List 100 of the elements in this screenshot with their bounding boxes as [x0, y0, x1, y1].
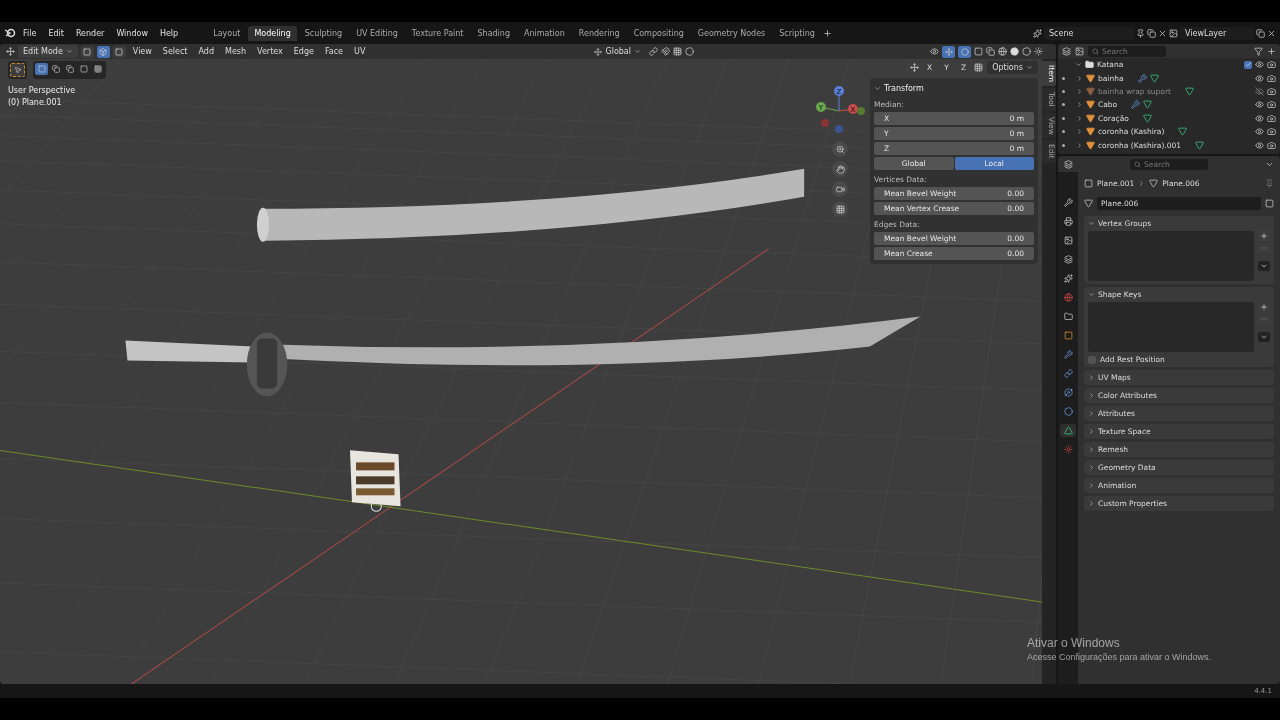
- workspace-tab[interactable]: Texture Paint: [405, 25, 470, 41]
- eye-icon[interactable]: [1255, 127, 1264, 137]
- workspace-tab[interactable]: Rendering: [572, 25, 626, 41]
- menu-button[interactable]: [1258, 261, 1270, 271]
- fake-user-icon[interactable]: [1265, 199, 1274, 208]
- eye-icon[interactable]: [1255, 113, 1264, 123]
- menu-button[interactable]: [1258, 332, 1270, 342]
- mode-dropdown[interactable]: Edit Mode: [18, 45, 78, 58]
- menu-item[interactable]: Window: [111, 26, 153, 40]
- vertex-select-button[interactable]: [80, 45, 94, 58]
- view-layer-field[interactable]: ViewLayer: [1180, 26, 1254, 40]
- visibility-icon[interactable]: [930, 47, 939, 56]
- intersect-select-button[interactable]: [91, 63, 104, 75]
- duplicate-icon[interactable]: [1256, 28, 1265, 38]
- eye-icon[interactable]: [1255, 73, 1264, 83]
- select-tool-button[interactable]: [10, 63, 25, 77]
- face-select-button[interactable]: [112, 45, 126, 58]
- orientation-dropdown[interactable]: Global: [589, 45, 646, 58]
- scene-field[interactable]: Scene: [1044, 26, 1134, 40]
- checkbox[interactable]: [1088, 355, 1096, 364]
- camera-view-button[interactable]: [832, 181, 848, 197]
- workspace-tab[interactable]: Animation: [518, 25, 571, 41]
- chevron-icon: [1088, 291, 1095, 298]
- workspace-tab[interactable]: Shading: [471, 25, 516, 41]
- invert-select-button[interactable]: [77, 63, 90, 75]
- subtract-select-button[interactable]: [63, 63, 76, 75]
- snap-icon[interactable]: [661, 47, 670, 56]
- gizmo-toggle[interactable]: [942, 45, 955, 58]
- wireframe-shading-icon[interactable]: [998, 47, 1007, 56]
- eye-icon[interactable]: [1255, 140, 1264, 150]
- pivot-icon[interactable]: [649, 47, 658, 56]
- scene-icon[interactable]: [1033, 28, 1042, 38]
- render-shading-icon[interactable]: [1034, 47, 1043, 56]
- duplicate-icon[interactable]: [1147, 28, 1156, 38]
- workspace-tab[interactable]: Geometry Nodes: [691, 25, 772, 41]
- solid-shading-icon[interactable]: [1010, 47, 1019, 56]
- grid-view-button[interactable]: [832, 201, 848, 217]
- camera-icon[interactable]: [1267, 86, 1276, 96]
- workspace-tab[interactable]: Compositing: [627, 25, 690, 41]
- menu-item[interactable]: Render: [70, 26, 110, 40]
- plus-icon: [1260, 303, 1268, 311]
- filter-icon[interactable]: [1254, 46, 1263, 56]
- mirror-icon[interactable]: [910, 63, 920, 72]
- extend-select-button[interactable]: [49, 63, 62, 75]
- camera-icon[interactable]: [1267, 73, 1276, 83]
- mesh-data-icon: [1149, 179, 1159, 188]
- camera-icon[interactable]: [1267, 127, 1276, 137]
- workspace-tab[interactable]: Modeling: [248, 25, 297, 41]
- chevron-icon[interactable]: [1075, 61, 1082, 69]
- snap-grid-icon[interactable]: [673, 47, 682, 56]
- pin-icon[interactable]: [1136, 28, 1145, 38]
- view-layer-icon[interactable]: [1169, 28, 1178, 38]
- panel-header[interactable]: Transform: [874, 82, 1034, 95]
- camera-icon[interactable]: [1267, 100, 1276, 110]
- proportional-icon[interactable]: [685, 47, 694, 56]
- menu-item[interactable]: Vertex: [253, 46, 287, 57]
- menu-item[interactable]: View: [128, 46, 156, 57]
- workspace-tab[interactable]: Sculpting: [298, 25, 349, 41]
- camera-icon[interactable]: [1267, 140, 1276, 150]
- editor-type-icon[interactable]: [1064, 159, 1073, 169]
- collection-checkbox[interactable]: [1244, 60, 1252, 69]
- material-shading-icon[interactable]: [1022, 47, 1031, 56]
- close-icon[interactable]: [1158, 28, 1167, 38]
- add-workspace-icon[interactable]: [822, 28, 832, 38]
- editor-type-icon[interactable]: [6, 47, 15, 56]
- menu-item[interactable]: Add: [194, 46, 218, 57]
- eye-icon[interactable]: [1255, 100, 1264, 110]
- display-mode-icon[interactable]: [1062, 46, 1071, 56]
- menu-item[interactable]: Select: [158, 46, 192, 57]
- menu-item[interactable]: File: [18, 26, 42, 40]
- camera-icon[interactable]: [1267, 113, 1276, 123]
- mesh-overlay-icon[interactable]: [974, 47, 983, 56]
- select-subtract-icon: [65, 65, 74, 73]
- box-select-button[interactable]: [35, 63, 48, 75]
- view-icon[interactable]: [1075, 46, 1084, 56]
- eye-closed-icon[interactable]: [1255, 86, 1264, 96]
- new-collection-icon[interactable]: [1267, 46, 1276, 56]
- row-dot: [1062, 130, 1065, 134]
- overlay-toggle[interactable]: [958, 45, 971, 58]
- workspace-tab[interactable]: UV Editing: [350, 25, 404, 41]
- zoom-button[interactable]: [832, 141, 848, 157]
- options-dropdown[interactable]: Options: [987, 61, 1038, 74]
- camera-icon[interactable]: [1267, 60, 1276, 70]
- menu-item[interactable]: Edit: [43, 26, 69, 40]
- auto-merge-icon[interactable]: [974, 63, 984, 72]
- edge-select-button[interactable]: [96, 45, 110, 58]
- xray-icon[interactable]: [986, 47, 995, 56]
- menu-item[interactable]: UV: [350, 46, 370, 57]
- pan-button[interactable]: [832, 161, 848, 177]
- app-logo-icon[interactable]: [4, 28, 16, 38]
- mesh-data-icon[interactable]: [1084, 199, 1093, 208]
- menu-item[interactable]: Help: [154, 26, 184, 40]
- workspace-tab[interactable]: Scripting: [773, 25, 821, 41]
- menu-item[interactable]: Mesh: [221, 46, 251, 57]
- eye-icon[interactable]: [1255, 60, 1264, 70]
- menu-item[interactable]: Face: [320, 46, 348, 57]
- close-icon[interactable]: [1267, 28, 1276, 38]
- menu-item[interactable]: Edge: [289, 46, 318, 57]
- triangle-tab[interactable]: [1060, 424, 1076, 437]
- workspace-tab[interactable]: Layout: [207, 25, 247, 41]
